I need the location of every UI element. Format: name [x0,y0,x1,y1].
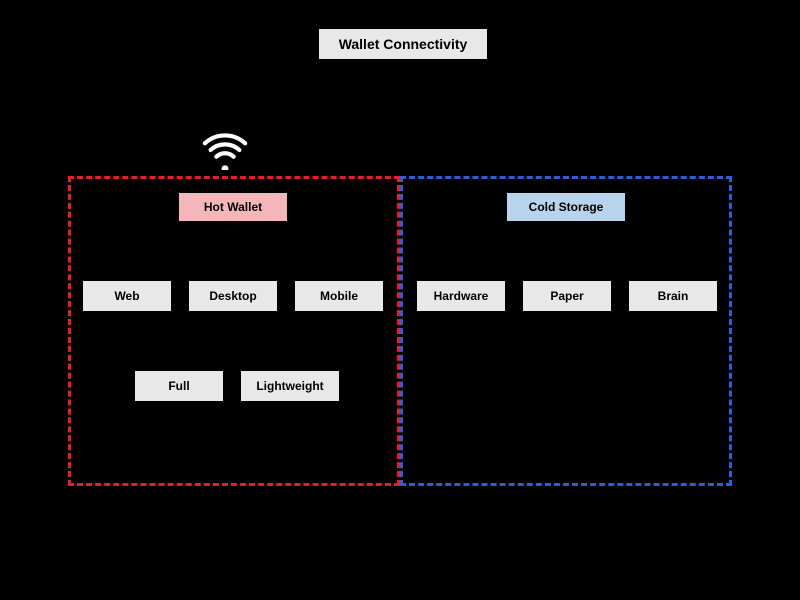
hot-item-full: Full [134,370,224,402]
cold-storage-header: Cold Storage [506,192,626,222]
cold-item-brain: Brain [628,280,718,312]
hot-wallet-region [68,176,400,486]
cold-item-hardware: Hardware [416,280,506,312]
hot-item-desktop: Desktop [188,280,278,312]
cold-storage-region [400,176,732,486]
hot-item-web: Web [82,280,172,312]
cold-item-paper: Paper [522,280,612,312]
hot-wallet-header: Hot Wallet [178,192,288,222]
diagram-title: Wallet Connectivity [318,28,488,60]
hot-item-lightweight: Lightweight [240,370,340,402]
hot-item-mobile: Mobile [294,280,384,312]
wifi-icon [202,130,248,170]
